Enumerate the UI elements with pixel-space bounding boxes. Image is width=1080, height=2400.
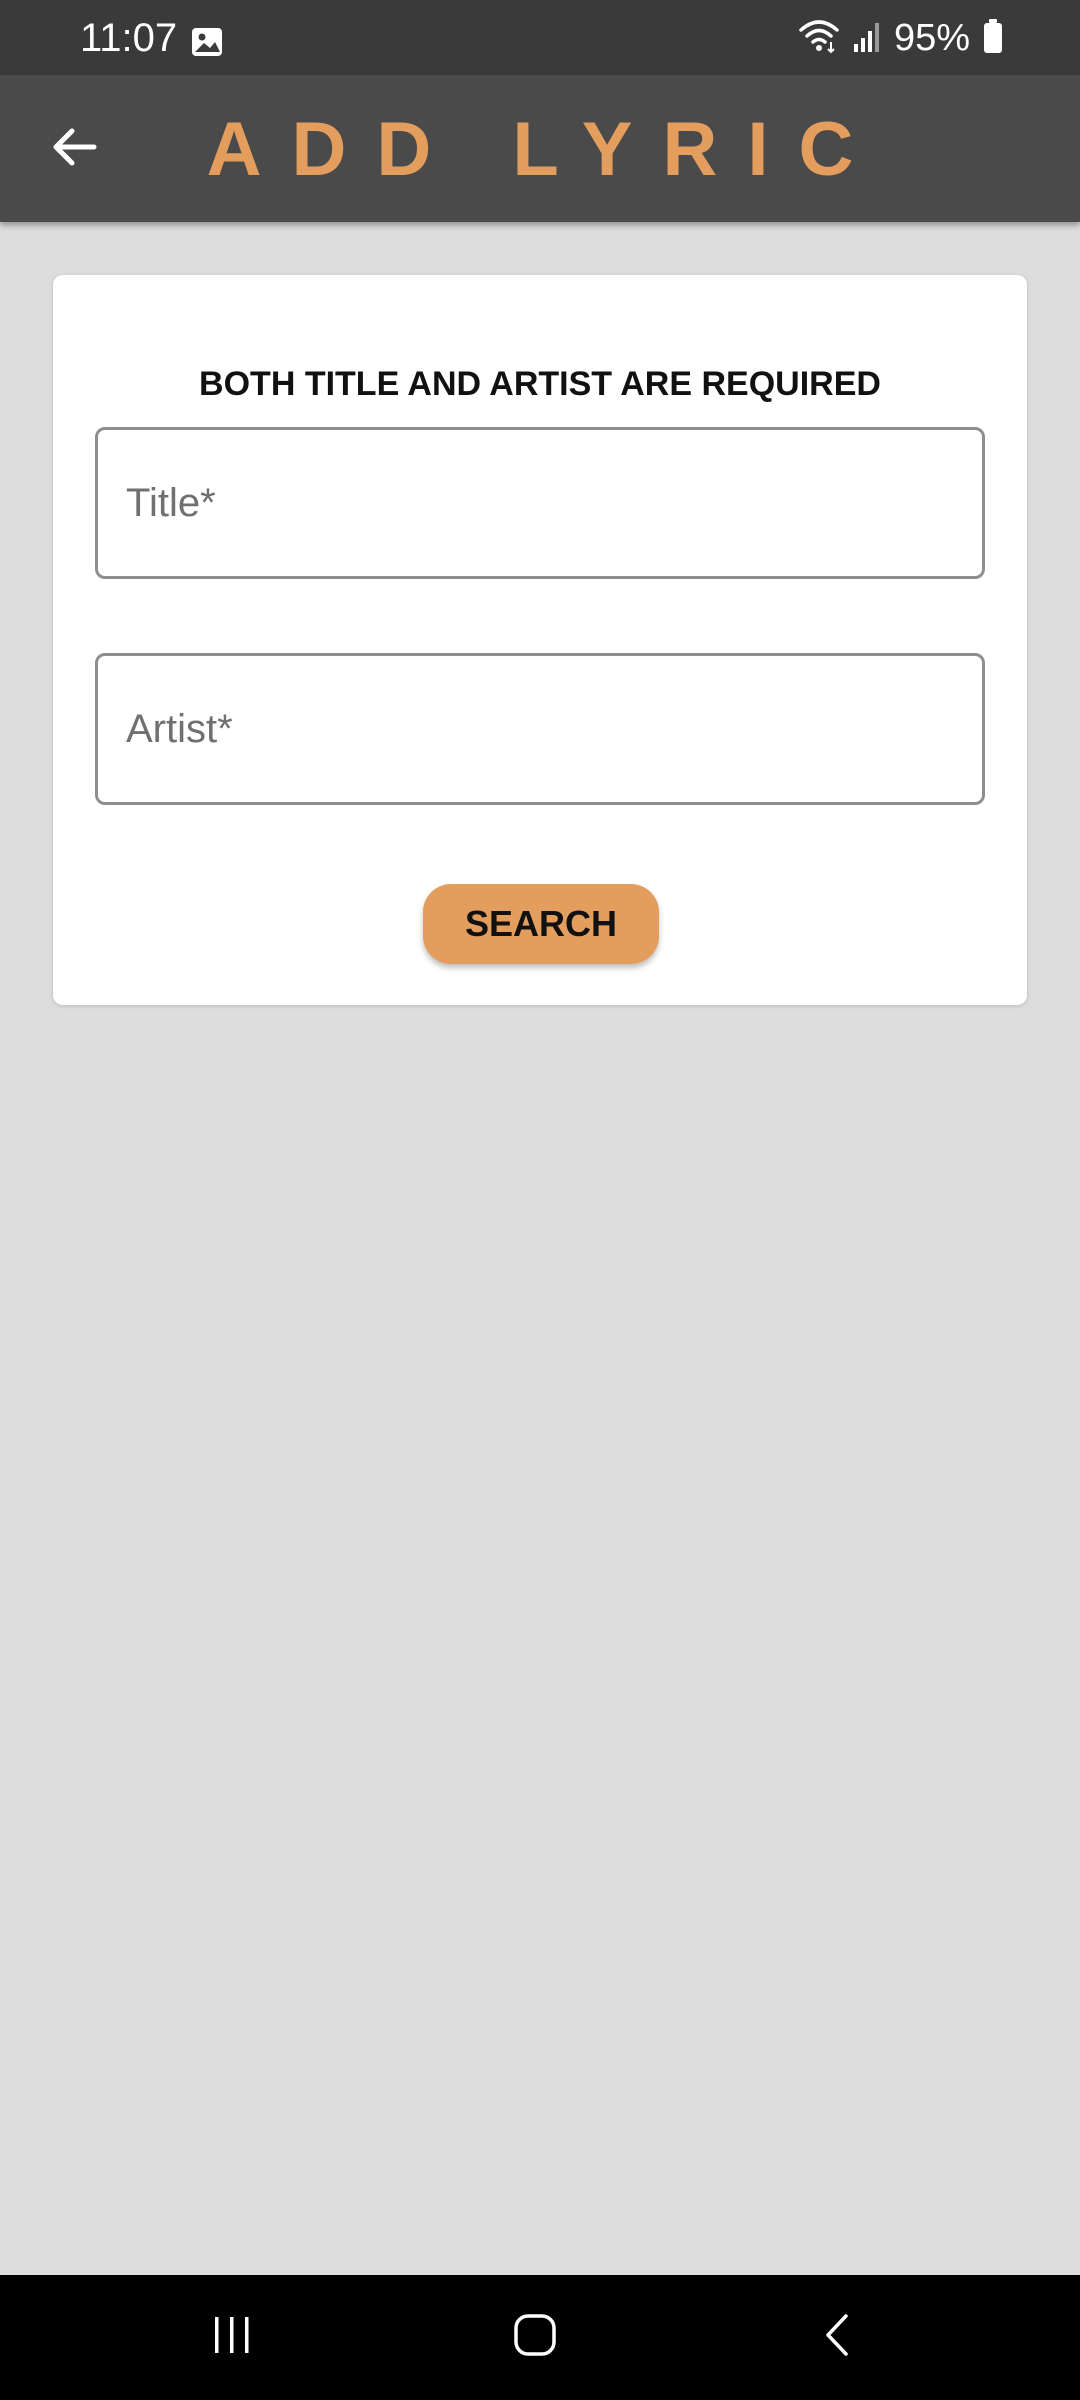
artist-field[interactable] <box>95 653 985 805</box>
nav-back-button[interactable] <box>808 2307 868 2367</box>
home-button[interactable] <box>505 2307 565 2367</box>
app-bar: ADD LYRIC <box>0 75 1080 222</box>
home-icon <box>513 2313 557 2362</box>
search-form-card: BOTH TITLE AND ARTIST ARE REQUIRED SEARC… <box>53 275 1027 1005</box>
gallery-icon <box>190 26 224 58</box>
back-icon <box>816 2313 860 2362</box>
recents-button[interactable] <box>202 2307 262 2367</box>
status-right-group: 95% <box>798 18 1004 58</box>
system-nav-bar <box>0 2275 1080 2400</box>
form-instructions: BOTH TITLE AND ARTIST ARE REQUIRED <box>199 365 881 403</box>
title-field[interactable] <box>95 427 985 579</box>
title-input[interactable] <box>126 480 982 526</box>
artist-input[interactable] <box>126 706 982 752</box>
battery-icon <box>982 18 1004 59</box>
recents-icon <box>210 2313 254 2362</box>
page-title: ADD LYRIC <box>206 107 884 192</box>
signal-icon <box>852 20 882 57</box>
wifi-icon <box>798 18 840 59</box>
search-button[interactable]: SEARCH <box>423 884 659 964</box>
status-bar: 11:07 95% <box>0 0 1080 75</box>
battery-percent: 95% <box>893 17 970 59</box>
status-time: 11:07 <box>80 16 178 60</box>
